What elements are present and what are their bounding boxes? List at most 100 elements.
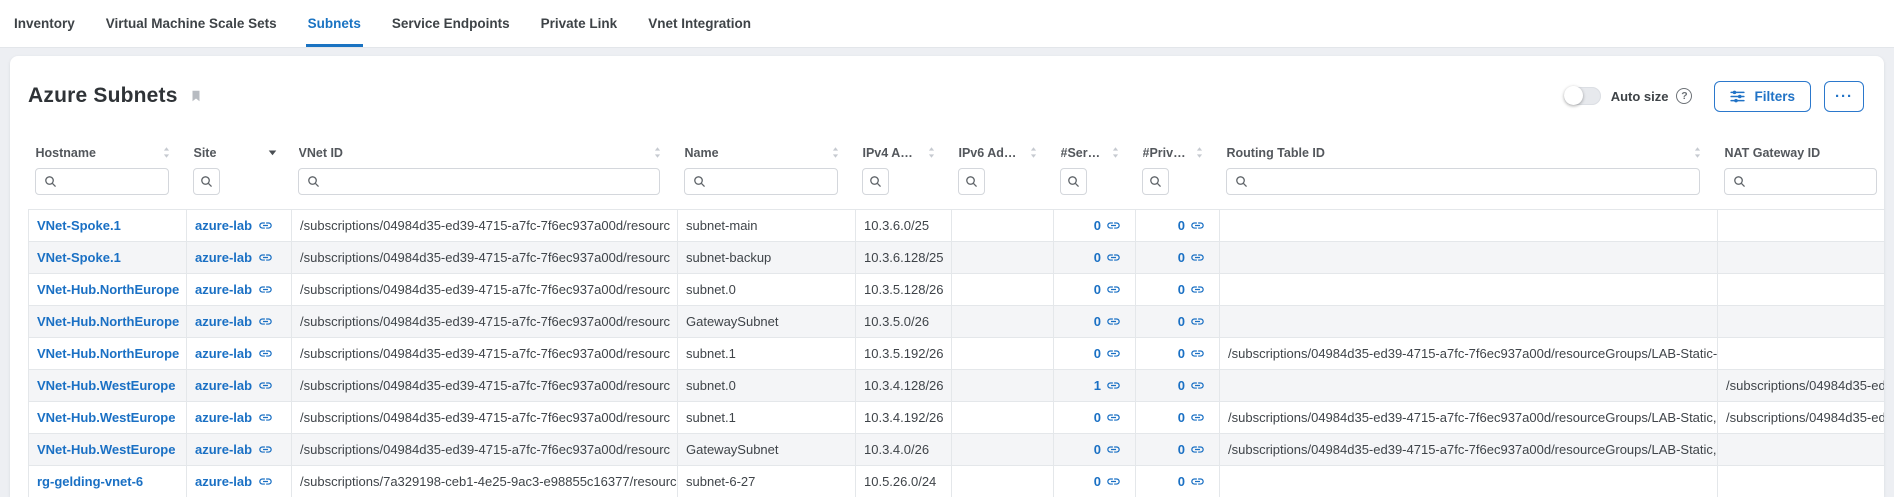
num_services-link[interactable]: 0 [1094, 346, 1101, 361]
num_private-link[interactable]: 0 [1178, 282, 1185, 297]
chain-link-icon[interactable] [1106, 250, 1121, 265]
chain-link-icon[interactable] [258, 410, 273, 425]
chain-link-icon[interactable] [1106, 314, 1121, 329]
sort-updown-icon[interactable] [829, 146, 842, 159]
chain-link-icon[interactable] [1190, 346, 1205, 361]
chain-link-icon[interactable] [258, 250, 273, 265]
chain-link-icon[interactable] [258, 378, 273, 393]
search-input-hostname[interactable] [63, 169, 168, 194]
num_services-link[interactable]: 0 [1094, 250, 1101, 265]
tab-private-link[interactable]: Private Link [539, 0, 620, 47]
column-label-routing_table_id[interactable]: Routing Table ID [1227, 146, 1325, 160]
site-link[interactable]: azure-lab [195, 314, 252, 329]
chain-link-icon[interactable] [258, 346, 273, 361]
num_services-link[interactable]: 0 [1094, 314, 1101, 329]
chain-link-icon[interactable] [1190, 314, 1205, 329]
num_private-link[interactable]: 0 [1178, 346, 1185, 361]
search-input-vnet_id[interactable] [326, 169, 659, 194]
site-link[interactable]: azure-lab [195, 474, 252, 489]
tab-vnet-integration[interactable]: Vnet Integration [646, 0, 753, 47]
chain-link-icon[interactable] [258, 282, 273, 297]
tab-subnets[interactable]: Subnets [306, 0, 363, 47]
num_private-link[interactable]: 0 [1178, 250, 1185, 265]
column-label-name[interactable]: Name [685, 146, 719, 160]
column-label-ipv4[interactable]: IPv4 Add… [863, 146, 919, 160]
search-filter-site[interactable] [193, 168, 220, 195]
hostname-link[interactable]: VNet-Spoke.1 [37, 218, 121, 233]
chain-link-icon[interactable] [1106, 442, 1121, 457]
num_private-link[interactable]: 0 [1178, 218, 1185, 233]
num_services-link[interactable]: 0 [1094, 218, 1101, 233]
search-filter-ipv4[interactable] [862, 168, 889, 195]
column-label-ipv6[interactable]: IPv6 Add… [959, 146, 1021, 160]
chain-link-icon[interactable] [1106, 474, 1121, 489]
sort-updown-icon[interactable] [1109, 146, 1122, 159]
column-label-num_services[interactable]: #Ser… [1061, 146, 1101, 160]
caret-down-icon[interactable] [267, 147, 278, 158]
num_services-link[interactable]: 0 [1094, 282, 1101, 297]
site-link[interactable]: azure-lab [195, 282, 252, 297]
search-input-nat_gateway_id[interactable] [1752, 169, 1876, 194]
hostname-link[interactable]: VNet-Hub.WestEurope [37, 442, 175, 457]
column-label-hostname[interactable]: Hostname [36, 146, 96, 160]
num_private-link[interactable]: 0 [1178, 442, 1185, 457]
column-label-num_private[interactable]: #Priv… [1143, 146, 1186, 160]
sort-updown-icon[interactable] [160, 146, 173, 159]
auto-size-toggle[interactable] [1564, 87, 1601, 105]
chain-link-icon[interactable] [1190, 474, 1205, 489]
num_services-link[interactable]: 0 [1094, 410, 1101, 425]
more-options-button[interactable]: ··· [1824, 81, 1864, 112]
hostname-link[interactable]: rg-gelding-vnet-6 [37, 474, 143, 489]
site-link[interactable]: azure-lab [195, 442, 252, 457]
sort-updown-icon[interactable] [925, 146, 938, 159]
column-label-nat_gateway_id[interactable]: NAT Gateway ID [1725, 146, 1821, 160]
tab-inventory[interactable]: Inventory [12, 0, 77, 47]
hostname-link[interactable]: VNet-Hub.WestEurope [37, 410, 175, 425]
column-label-site[interactable]: Site [194, 146, 217, 160]
sort-updown-icon[interactable] [1691, 146, 1704, 159]
question-circle-icon[interactable]: ? [1676, 88, 1692, 104]
chain-link-icon[interactable] [258, 314, 273, 329]
num_services-link[interactable]: 0 [1094, 442, 1101, 457]
sort-updown-icon[interactable] [1193, 146, 1206, 159]
num_services-link[interactable]: 1 [1094, 378, 1101, 393]
chain-link-icon[interactable] [1106, 410, 1121, 425]
chain-link-icon[interactable] [1190, 442, 1205, 457]
search-filter-num_private[interactable] [1142, 168, 1169, 195]
site-link[interactable]: azure-lab [195, 378, 252, 393]
num_services-link[interactable]: 0 [1094, 474, 1101, 489]
hostname-link[interactable]: VNet-Hub.NorthEurope [37, 346, 179, 361]
site-link[interactable]: azure-lab [195, 346, 252, 361]
chain-link-icon[interactable] [1106, 346, 1121, 361]
site-link[interactable]: azure-lab [195, 250, 252, 265]
filters-button[interactable]: Filters [1714, 81, 1811, 112]
chain-link-icon[interactable] [1190, 378, 1205, 393]
num_private-link[interactable]: 0 [1178, 474, 1185, 489]
chain-link-icon[interactable] [1190, 218, 1205, 233]
chain-link-icon[interactable] [1190, 250, 1205, 265]
site-link[interactable]: azure-lab [195, 410, 252, 425]
sort-updown-icon[interactable] [1027, 146, 1040, 159]
search-input-name[interactable] [712, 169, 837, 194]
chain-link-icon[interactable] [258, 218, 273, 233]
chain-link-icon[interactable] [1106, 218, 1121, 233]
num_private-link[interactable]: 0 [1178, 410, 1185, 425]
hostname-link[interactable]: VNet-Hub.NorthEurope [37, 314, 179, 329]
chain-link-icon[interactable] [258, 442, 273, 457]
search-filter-num_services[interactable] [1060, 168, 1087, 195]
tab-service-endpoints[interactable]: Service Endpoints [390, 0, 512, 47]
num_private-link[interactable]: 0 [1178, 378, 1185, 393]
hostname-link[interactable]: VNet-Hub.NorthEurope [37, 282, 179, 297]
tab-virtual-machine-scale-sets[interactable]: Virtual Machine Scale Sets [104, 0, 279, 47]
sort-updown-icon[interactable] [651, 146, 664, 159]
chain-link-icon[interactable] [258, 474, 273, 489]
bookmark-icon[interactable] [189, 87, 203, 105]
hostname-link[interactable]: VNet-Spoke.1 [37, 250, 121, 265]
search-filter-ipv6[interactable] [958, 168, 985, 195]
chain-link-icon[interactable] [1106, 282, 1121, 297]
chain-link-icon[interactable] [1190, 282, 1205, 297]
column-label-vnet_id[interactable]: VNet ID [299, 146, 343, 160]
site-link[interactable]: azure-lab [195, 218, 252, 233]
chain-link-icon[interactable] [1190, 410, 1205, 425]
search-input-routing_table_id[interactable] [1254, 169, 1699, 194]
